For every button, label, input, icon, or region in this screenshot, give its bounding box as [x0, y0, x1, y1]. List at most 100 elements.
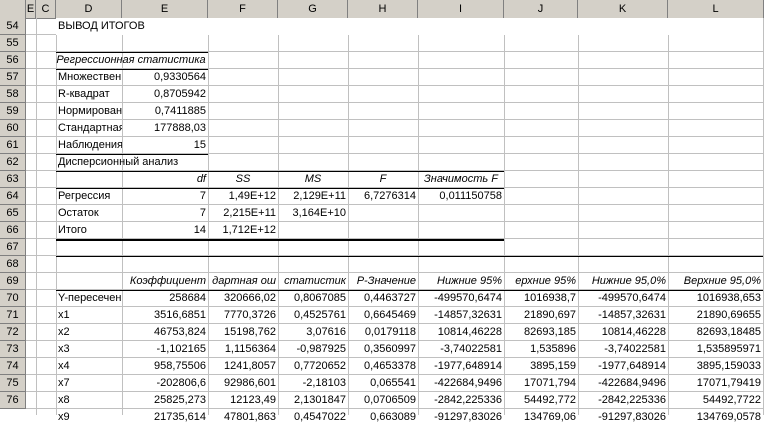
coef-value: 3516,6851 — [154, 309, 206, 321]
row-header[interactable]: 61 — [0, 137, 26, 154]
coef-value: 0,0706509 — [364, 394, 416, 406]
row-header[interactable]: 75 — [0, 375, 26, 392]
coef-value: 10814,46228 — [437, 326, 502, 338]
column-header[interactable]: C — [36, 0, 56, 18]
coef-row-label: x8 — [58, 394, 70, 406]
anova-ss: 1,712E+12 — [222, 224, 276, 236]
row-header[interactable]: 69 — [0, 273, 26, 290]
row-header[interactable]: 71 — [0, 307, 26, 324]
coef-value: 0,4547022 — [294, 411, 346, 423]
coef-value: 0,7720652 — [294, 360, 346, 372]
stat-label: Нормирован — [58, 105, 122, 117]
coef-value: 46753,824 — [154, 326, 206, 338]
column-header[interactable]: K — [578, 0, 668, 18]
row-header[interactable]: 60 — [0, 120, 26, 137]
anova-col-header: F — [379, 173, 387, 185]
anova-row-label: Итого — [58, 224, 87, 236]
row-header[interactable]: 65 — [0, 205, 26, 222]
anova-df: 7 — [199, 190, 206, 202]
coef-value: 1,1156364 — [224, 343, 276, 355]
coef-value: -2,18103 — [302, 377, 346, 389]
stat-value: 0,8705942 — [154, 88, 206, 100]
column-header[interactable]: J — [504, 0, 578, 18]
coef-col-header: Нижние 95,0% — [591, 275, 666, 287]
row-header[interactable]: 54 — [0, 18, 26, 35]
column-header[interactable]: D — [56, 0, 122, 18]
coef-value: 958,75506 — [154, 360, 206, 372]
coef-value: 134769,06 — [524, 411, 576, 423]
coef-row-label: x1 — [58, 309, 70, 321]
coef-value: 7770,3726 — [224, 309, 276, 321]
row-header[interactable]: 67 — [0, 239, 26, 256]
column-header[interactable]: E — [26, 0, 36, 18]
anova-sig: 0,011150758 — [439, 190, 502, 202]
column-header[interactable]: E — [122, 0, 208, 18]
column-header[interactable]: F — [208, 0, 278, 18]
coef-value: -3,74022581 — [440, 343, 502, 355]
row-header[interactable]: 70 — [0, 290, 26, 307]
coef-value: -91297,83026 — [434, 411, 502, 423]
anova-heading: Дисперсионный анализ — [58, 156, 179, 168]
row-header[interactable]: 58 — [0, 86, 26, 103]
anova-ss: 1,49E+12 — [228, 190, 276, 202]
coef-value: -499570,6474 — [434, 292, 502, 304]
coef-value: -2842,225336 — [598, 394, 666, 406]
anova-col-header: df — [196, 173, 206, 185]
stat-value: 0,9330564 — [154, 71, 206, 83]
row-header[interactable]: 57 — [0, 69, 26, 86]
coef-value: 1241,8057 — [224, 360, 276, 372]
coef-value: 0,065541 — [370, 377, 416, 389]
regression-stats-heading: Регрессионная статистика — [56, 54, 206, 66]
stat-value: 0,7411885 — [154, 105, 206, 117]
row-header[interactable]: 74 — [0, 358, 26, 375]
coef-value: 92986,601 — [224, 377, 276, 389]
coef-value: 17071,794 — [524, 377, 576, 389]
coef-value: 0,8067085 — [294, 292, 346, 304]
stat-label: Стандартная — [58, 122, 122, 134]
coef-value: -499570,6474 — [598, 292, 666, 304]
row-header[interactable]: 72 — [0, 324, 26, 341]
coef-value: -1,102165 — [156, 343, 206, 355]
coef-row-label: Y-пересечен — [58, 292, 122, 304]
coef-value: 82693,18485 — [696, 326, 761, 338]
row-header[interactable]: 55 — [0, 35, 26, 52]
anova-f: 6,7276314 — [364, 190, 416, 202]
coef-value: 3895,159033 — [696, 360, 761, 372]
column-header[interactable]: L — [668, 0, 764, 18]
spreadsheet-grid[interactable]: E C D E F G H I J K L 54 55 56 57 58 59 … — [0, 0, 764, 423]
coef-row-label: x9 — [58, 411, 70, 423]
coef-row-label: x3 — [58, 343, 70, 355]
row-header[interactable]: 56 — [0, 52, 26, 69]
coef-value: 258684 — [169, 292, 206, 304]
column-header[interactable]: I — [418, 0, 504, 18]
row-header[interactable]: 59 — [0, 103, 26, 120]
coef-value: 0,6645469 — [364, 309, 416, 321]
column-header[interactable]: H — [348, 0, 418, 18]
coef-value: 320666,02 — [224, 292, 276, 304]
column-header[interactable]: G — [278, 0, 348, 18]
anova-ms: 2,129E+11 — [293, 190, 346, 202]
row-header[interactable]: 73 — [0, 341, 26, 358]
coef-value: 3895,159 — [530, 360, 576, 372]
row-header[interactable]: 68 — [0, 256, 26, 273]
coef-value: 1,535896 — [530, 343, 576, 355]
row-header[interactable]: 76 — [0, 392, 26, 409]
coef-col-header: P-Значение — [356, 275, 416, 287]
row-header[interactable]: 63 — [0, 171, 26, 188]
coef-value: 0,4525761 — [294, 309, 346, 321]
stat-label: R-квадрат — [58, 88, 110, 100]
row-header[interactable]: 66 — [0, 222, 26, 239]
anova-col-header: SS — [235, 173, 251, 185]
row-header[interactable]: 64 — [0, 188, 26, 205]
anova-ms: 3,164E+10 — [292, 207, 346, 219]
row-header[interactable]: 62 — [0, 154, 26, 171]
output-title: ВЫВОД ИТОГОВ — [58, 20, 145, 32]
coef-value: 12123,49 — [230, 394, 276, 406]
coef-value: -422684,9496 — [434, 377, 502, 389]
anova-df: 7 — [199, 207, 206, 219]
coef-value: -422684,9496 — [598, 377, 666, 389]
select-all-corner[interactable] — [0, 0, 26, 18]
anova-row-label: Остаток — [58, 207, 99, 219]
coef-col-header: ерхние 95% — [515, 275, 576, 287]
coef-row-label: x2 — [58, 326, 70, 338]
